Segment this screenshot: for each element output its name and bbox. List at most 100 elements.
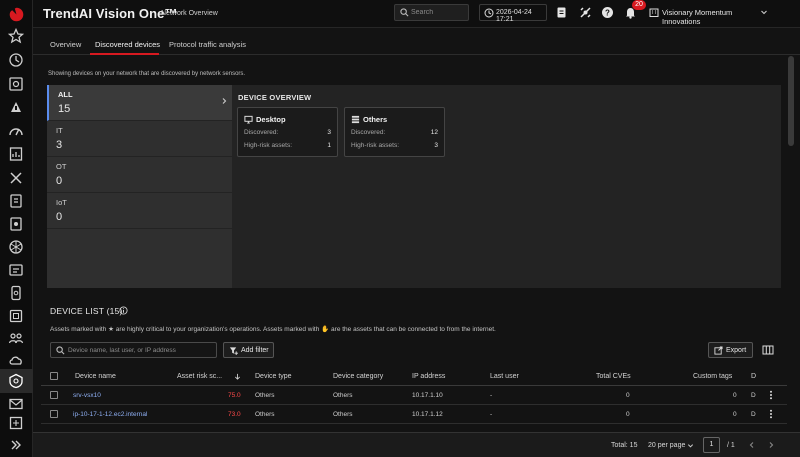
next-page-icon[interactable] (767, 441, 775, 449)
discovered-value: 12 (430, 129, 438, 136)
per-page-select[interactable]: 20 per page (645, 437, 701, 453)
cloud-security-icon[interactable] (8, 308, 24, 324)
risk-score: 73.0 (228, 411, 241, 418)
risk-score: 75.0 (228, 392, 241, 399)
app-title: TrendAI Vision One™ (43, 6, 178, 21)
email-security-icon[interactable] (8, 262, 24, 278)
high-risk-label: High-risk assets: (351, 142, 400, 149)
tools-icon[interactable] (8, 170, 24, 186)
notification-badge: 20 (632, 0, 646, 10)
col-asset-risk-score[interactable]: Asset risk sc... (177, 373, 222, 380)
admin-icon[interactable] (8, 415, 24, 431)
endpoint-icon[interactable] (8, 216, 24, 232)
reports-icon[interactable] (8, 146, 24, 162)
add-filter-button[interactable]: Add filter (223, 342, 274, 358)
row-checkbox[interactable] (50, 391, 58, 399)
content-scrollbar[interactable] (788, 56, 794, 146)
add-filter-label: Add filter (241, 347, 269, 354)
page-tabs: Overview Discovered devices Protocol tra… (33, 28, 800, 55)
tab-discovered-devices[interactable]: Discovered devices (95, 40, 160, 49)
tab-protocol-traffic-analysis[interactable]: Protocol traffic analysis (169, 40, 246, 49)
table-pagination-bar: Total: 15 20 per page 1 / 1 (33, 432, 800, 457)
cloud-icon[interactable] (8, 352, 24, 368)
note-text-end: are the assets that can be connected to … (329, 326, 496, 333)
segment-iot[interactable]: IoT 0 (47, 193, 232, 229)
custom-tags: 0 (733, 392, 737, 399)
identity-icon[interactable] (8, 330, 24, 346)
export-button[interactable]: Export (708, 342, 753, 358)
network-icon[interactable] (8, 239, 24, 255)
row-checkbox[interactable] (50, 410, 58, 418)
device-name-link[interactable]: ip-10-17-1-12.ec2.internal (73, 411, 147, 418)
device-name-link[interactable]: srv-vsx10 (73, 392, 101, 399)
card-title: Desktop (256, 115, 286, 124)
table-header: Device name Asset risk sc... Device type… (41, 367, 787, 386)
col-device-category[interactable]: Device category (333, 373, 383, 380)
col-truncated[interactable]: D (751, 373, 756, 380)
device-card-desktop[interactable]: Desktop Discovered: 3 High-risk assets: … (237, 107, 338, 157)
col-total-cves[interactable]: Total CVEs (596, 373, 631, 380)
organization-switcher[interactable]: Visionary Momentum Innovations (648, 4, 768, 26)
threat-icon[interactable] (8, 99, 24, 115)
segment-all[interactable]: ALL 15 (47, 85, 232, 121)
table-row[interactable]: ip-10-17-1-12.ec2.internal 73.0 Others O… (41, 405, 787, 424)
row-menu-icon[interactable] (766, 409, 776, 419)
connections-icon[interactable] (579, 6, 592, 19)
dashboard-icon[interactable] (8, 76, 24, 92)
risk-gauge-icon[interactable] (8, 123, 24, 139)
sort-desc-icon[interactable] (234, 373, 241, 382)
notes-icon[interactable] (555, 6, 568, 19)
per-page-value: 20 per page (648, 442, 686, 449)
policy-icon[interactable] (8, 193, 24, 209)
global-search[interactable] (394, 4, 469, 21)
select-all-checkbox[interactable] (50, 372, 58, 380)
segment-list-filler (47, 229, 232, 288)
prev-page-icon[interactable] (748, 441, 756, 449)
device-card-others[interactable]: Others Discovered: 12 High-risk assets: … (344, 107, 445, 157)
high-risk-value: 3 (434, 142, 438, 149)
segment-label: IoT (56, 198, 67, 207)
device-category: Others (333, 411, 353, 418)
device-filter-input[interactable] (68, 344, 213, 356)
segment-ot[interactable]: OT 0 (47, 157, 232, 193)
column-settings-icon[interactable] (762, 344, 774, 356)
top-bar: TrendAI Vision One™ Network Overview 202… (33, 0, 800, 28)
network-security-icon[interactable] (8, 373, 24, 389)
trendai-logo-icon[interactable] (8, 6, 25, 23)
tab-overview[interactable]: Overview (50, 40, 81, 49)
col-ip-address[interactable]: IP address (412, 373, 445, 380)
favorites-icon[interactable] (7, 27, 25, 44)
high-risk-label: High-risk assets: (244, 142, 293, 149)
segment-label: OT (56, 162, 67, 171)
col-device-type[interactable]: Device type (255, 373, 292, 380)
col-device-name[interactable]: Device name (75, 373, 116, 380)
segment-count: 0 (56, 175, 63, 187)
last-user: - (490, 411, 493, 418)
page-number-input[interactable]: 1 (703, 437, 720, 453)
building-icon (649, 7, 659, 17)
desktop-icon (244, 115, 253, 124)
table-row[interactable]: srv-vsx10 75.0 Others Others 10.17.1.10 … (41, 386, 787, 405)
device-filter[interactable] (50, 342, 217, 358)
search-input[interactable] (411, 6, 467, 19)
info-icon[interactable] (119, 306, 128, 315)
list-icon (351, 115, 360, 124)
segment-label: ALL (58, 90, 73, 99)
col-custom-tags[interactable]: Custom tags (693, 373, 732, 380)
expand-nav-icon[interactable] (8, 437, 24, 453)
segment-it[interactable]: IT 3 (47, 121, 232, 157)
ip-address: 10.17.1.10 (412, 392, 443, 399)
row-menu-icon[interactable] (766, 390, 776, 400)
datetime-text: 2026-04-24 17:21 (496, 9, 532, 23)
mail-icon[interactable] (8, 396, 24, 412)
mobile-icon[interactable] (8, 285, 24, 301)
clock-icon (484, 8, 494, 18)
help-icon[interactable]: ? (601, 6, 614, 19)
left-nav-rail (0, 0, 33, 457)
device-type: Others (255, 411, 275, 418)
datetime-display[interactable]: 2026-04-24 17:21 (479, 4, 547, 23)
col-last-user[interactable]: Last user (490, 373, 519, 380)
chevron-down-icon (760, 8, 768, 16)
custom-tags: 0 (733, 411, 737, 418)
history-icon[interactable] (8, 52, 24, 68)
